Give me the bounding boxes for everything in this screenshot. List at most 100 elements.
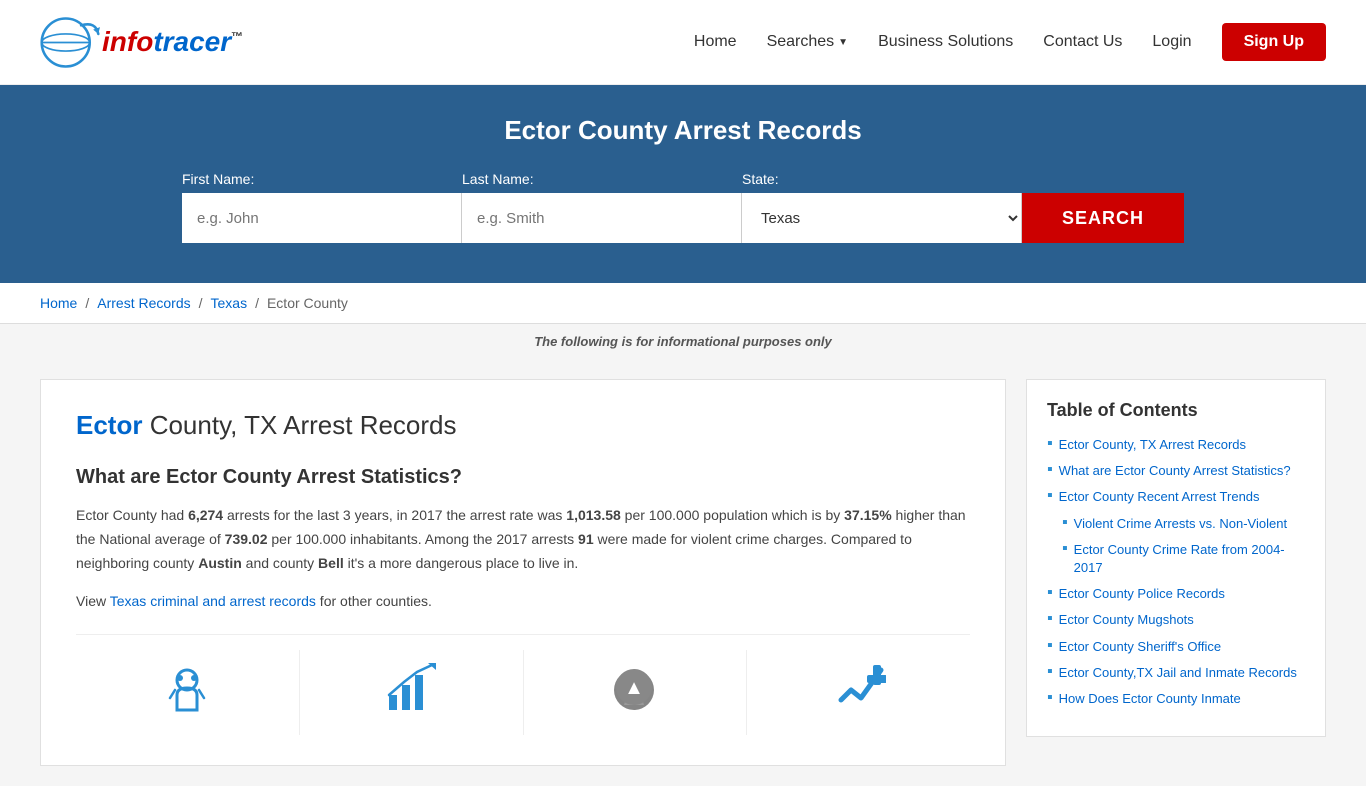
toc-link[interactable]: Ector County Crime Rate from 2004-2017 (1074, 541, 1305, 577)
breadcrumb-arrest-records[interactable]: Arrest Records (97, 295, 190, 311)
main-nav: Home Searches ▼ Business Solutions Conta… (694, 23, 1326, 61)
info-notice-text: The following is for informational purpo… (534, 334, 832, 349)
toc-link[interactable]: Ector County Sheriff's Office (1059, 638, 1221, 656)
toc-list-item: ▪ Ector County Sheriff's Office (1047, 638, 1305, 656)
logo[interactable]: infotracer™ (40, 15, 243, 70)
nav-contact-us[interactable]: Contact Us (1043, 33, 1122, 51)
content-title: Ector County, TX Arrest Records (76, 410, 970, 441)
login-button[interactable]: Login (1152, 33, 1191, 51)
breadcrumb-sep-2: / (199, 295, 203, 311)
stats-national: 739.02 (225, 531, 268, 547)
trends-icon (310, 660, 513, 725)
arrests-icon (86, 660, 289, 725)
breadcrumb-texas[interactable]: Texas (211, 295, 248, 311)
toc-list-item: ▪ Ector County, TX Arrest Records (1047, 436, 1305, 454)
toc-bullet-icon: ▪ (1062, 514, 1068, 532)
icon-arrests (76, 650, 300, 735)
site-header: infotracer™ Home Searches ▼ Business Sol… (0, 0, 1366, 85)
stats-rate: 1,013.58 (566, 507, 621, 523)
last-name-group: Last Name: (462, 171, 742, 243)
toc-link[interactable]: Ector County Recent Arrest Trends (1059, 488, 1260, 506)
content-title-rest: County, TX Arrest Records (142, 410, 456, 440)
stats-text-2: arrests for the last 3 years, in 2017 th… (223, 507, 566, 523)
view-text-1: View (76, 593, 110, 609)
toc-bullet-icon: ▪ (1047, 584, 1053, 602)
first-name-label: First Name: (182, 171, 254, 187)
logo-tracer-text: tracer (153, 26, 231, 57)
stats-percent: 37.15% (844, 507, 891, 523)
toc-link[interactable]: What are Ector County Arrest Statistics? (1059, 462, 1291, 480)
stats-violent: 91 (578, 531, 594, 547)
toc-list-item: ▪How Does Ector County Inmate (1047, 690, 1305, 708)
toc-list-item: ▪ Violent Crime Arrests vs. Non-Violent (1062, 515, 1305, 533)
stats-paragraph: Ector County had 6,274 arrests for the l… (76, 504, 970, 575)
last-name-input[interactable] (462, 193, 742, 243)
toc-link[interactable]: Ector County Mugshots (1059, 611, 1194, 629)
breadcrumb-home[interactable]: Home (40, 295, 77, 311)
crimes-icon (757, 660, 960, 725)
toc-link[interactable]: Ector County, TX Arrest Records (1059, 436, 1246, 454)
toc-bullet-icon: ▪ (1047, 487, 1053, 505)
icon-crimes (747, 650, 970, 735)
sidebar-toc: Table of Contents ▪Ector County, TX Arre… (1026, 379, 1326, 737)
nav-home[interactable]: Home (694, 33, 737, 51)
texas-records-link[interactable]: Texas criminal and arrest records (110, 593, 316, 609)
nav-business-solutions[interactable]: Business Solutions (878, 33, 1013, 51)
icon-alerts: ▲ (524, 650, 748, 735)
stats-text-5: per 100.000 inhabitants. Among the 2017 … (267, 531, 578, 547)
state-label: State: (742, 171, 779, 187)
toc-bullet-icon: ▪ (1047, 663, 1053, 681)
toc-list: ▪ Ector County, TX Arrest Records ▪ What ar… (1047, 436, 1305, 708)
toc-bullet-icon: ▪ (1047, 461, 1053, 479)
view-text-2: for other counties. (316, 593, 432, 609)
toc-link[interactable]: How Does Ector County Inmate (1059, 690, 1241, 708)
nav-searches-dropdown[interactable]: Searches ▼ (767, 33, 849, 51)
icons-row: ▲ (76, 634, 970, 735)
hero-title: Ector County Arrest Records (40, 115, 1326, 146)
toc-link[interactable]: Ector County Police Records (1059, 585, 1225, 603)
county-austin: Austin (198, 555, 242, 571)
stats-arrests: 6,274 (188, 507, 223, 523)
signup-button[interactable]: Sign Up (1222, 23, 1326, 61)
alerts-icon: ▲ (534, 660, 737, 725)
view-link-paragraph: View Texas criminal and arrest records f… (76, 590, 970, 614)
search-form: First Name: Last Name: State: TexasAlaba… (183, 171, 1183, 243)
icon-trends (300, 650, 524, 735)
first-name-input[interactable] (182, 193, 462, 243)
toc-list-item: ▪ Ector County Recent Arrest Trends (1047, 488, 1305, 506)
svg-text:▲: ▲ (624, 677, 644, 699)
search-button[interactable]: SEARCH (1022, 193, 1184, 243)
toc-list-item: ▪ Ector County Crime Rate from 2004-2017 (1062, 541, 1305, 577)
chevron-down-icon: ▼ (838, 37, 848, 48)
stats-text-7: and county (242, 555, 318, 571)
toc-list-item: ▪ What are Ector County Arrest Statistics… (1047, 462, 1305, 480)
state-select[interactable]: TexasAlabamaAlaskaArizonaArkansasCalifor… (742, 193, 1022, 243)
breadcrumb-sep-3: / (255, 295, 259, 311)
breadcrumb-sep-1: / (85, 295, 89, 311)
stats-text-1: Ector County had (76, 507, 188, 523)
main-content: Ector County, TX Arrest Records What are… (0, 359, 1366, 786)
toc-list-item: ▪ Ector County Mugshots (1047, 611, 1305, 629)
toc-bullet-icon: ▪ (1047, 610, 1053, 628)
toc-list-item: ▪ Ector County,TX Jail and Inmate Records (1047, 664, 1305, 682)
toc-bullet-icon: ▪ (1047, 637, 1053, 655)
stats-heading: What are Ector County Arrest Statistics? (76, 466, 970, 489)
toc-link[interactable]: Violent Crime Arrests vs. Non-Violent (1074, 515, 1287, 533)
first-name-group: First Name: (182, 171, 462, 243)
breadcrumb-county: Ector County (267, 295, 348, 311)
county-bell: Bell (318, 555, 344, 571)
info-notice: The following is for informational purpo… (0, 324, 1366, 359)
toc-link[interactable]: Ector County,TX Jail and Inmate Records (1059, 664, 1297, 682)
content-title-highlight: Ector (76, 410, 142, 440)
content-area: Ector County, TX Arrest Records What are… (40, 379, 1006, 766)
nav-searches-link[interactable]: Searches (767, 33, 835, 51)
stats-text-3: per 100.000 population which is by (621, 507, 844, 523)
last-name-label: Last Name: (462, 171, 534, 187)
logo-tm: ™ (231, 30, 243, 44)
toc-bullet-icon: ▪ (1047, 435, 1053, 453)
toc-list-item: ▪ Ector County Police Records (1047, 585, 1305, 603)
stats-text-8: it's a more dangerous place to live in. (344, 555, 579, 571)
toc-bullet-icon: ▪ (1062, 540, 1068, 558)
breadcrumb: Home / Arrest Records / Texas / Ector Co… (0, 283, 1366, 324)
state-group: State: TexasAlabamaAlaskaArizonaArkansas… (742, 171, 1022, 243)
